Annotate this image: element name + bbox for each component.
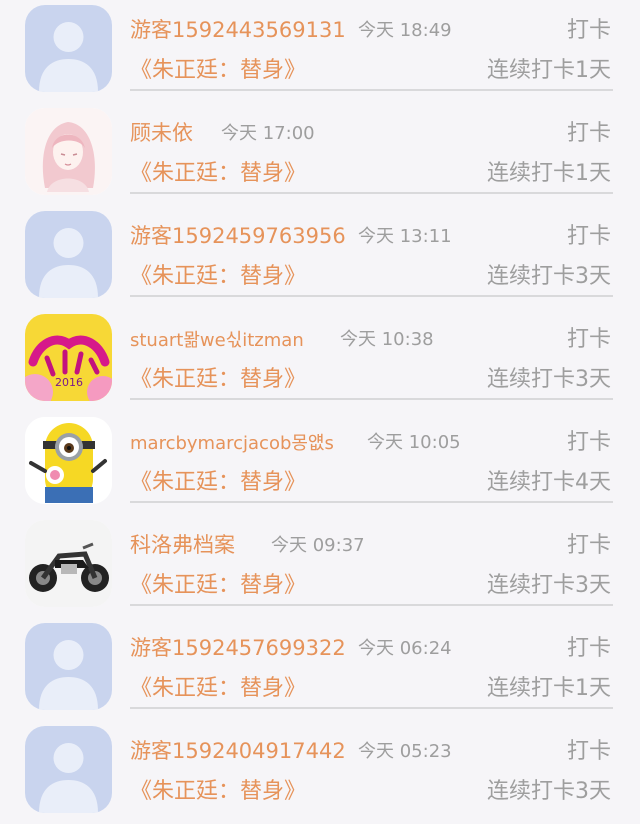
checkin-time: 今天 05:23 (358, 741, 452, 762)
default-avatar-icon[interactable] (25, 5, 112, 92)
checkin-row[interactable]: 游客1592457699322 今天 06:24 打卡 《朱正廷：替身》 连续打… (0, 618, 640, 721)
row-divider (130, 192, 613, 194)
streak-count: 连续打卡1天 (487, 676, 611, 701)
default-avatar-icon[interactable] (25, 623, 112, 710)
checkin-row[interactable]: 科洛弗档案 今天 09:37 打卡 《朱正廷：替身》 连续打卡3天 (0, 515, 640, 618)
book-title[interactable]: 《朱正廷：替身》 (130, 258, 306, 290)
checkin-time: 今天 10:38 (340, 329, 434, 350)
row-divider (130, 295, 613, 297)
checkin-row[interactable]: 游客1592459763956 今天 13:11 打卡 《朱正廷：替身》 连续打… (0, 206, 640, 309)
streak-count: 连续打卡3天 (487, 264, 611, 289)
user-name[interactable]: 顾未依 (130, 117, 193, 147)
checkin-row[interactable]: marcbymarcjacob몽얪s 今天 10:05 打卡 《朱正廷：替身》 … (0, 412, 640, 515)
checkin-row[interactable]: 游客1592443569131 今天 18:49 打卡 《朱正廷：替身》 连续打… (0, 0, 640, 103)
checkin-list: 游客1592443569131 今天 18:49 打卡 《朱正廷：替身》 连续打… (0, 0, 640, 813)
checkin-time: 今天 09:37 (271, 535, 365, 556)
checkin-label: 打卡 (566, 18, 611, 43)
book-title[interactable]: 《朱正廷：替身》 (130, 361, 306, 393)
checkin-row[interactable]: 顾未依 今天 17:00 打卡 《朱正廷：替身》 连续打卡1天 (0, 103, 640, 206)
user-name[interactable]: marcbymarcjacob몽얪s (130, 429, 334, 455)
checkin-time: 今天 10:05 (367, 432, 461, 453)
minion-avatar[interactable] (25, 417, 112, 504)
checkin-label: 打卡 (566, 327, 611, 352)
checkin-time: 今天 13:11 (358, 226, 452, 247)
valentines-day-avatar[interactable]: 2016 (25, 314, 112, 401)
anime-girl-avatar[interactable] (25, 108, 112, 195)
user-name[interactable]: 游客1592457699322 (130, 632, 346, 662)
checkin-label: 打卡 (566, 533, 611, 558)
user-name[interactable]: 科洛弗档案 (130, 529, 235, 559)
row-divider (130, 707, 613, 709)
streak-count: 连续打卡3天 (487, 367, 611, 392)
checkin-label: 打卡 (566, 430, 611, 455)
user-name[interactable]: stuart뫎we싟itzman (130, 326, 304, 352)
book-title[interactable]: 《朱正廷：替身》 (130, 567, 306, 599)
checkin-time: 今天 18:49 (358, 20, 452, 41)
checkin-label: 打卡 (566, 636, 611, 661)
row-divider (130, 501, 613, 503)
book-title[interactable]: 《朱正廷：替身》 (130, 670, 306, 702)
streak-count: 连续打卡1天 (487, 58, 611, 83)
user-name[interactable]: 游客1592459763956 (130, 220, 346, 250)
user-name[interactable]: 游客1592443569131 (130, 14, 346, 44)
checkin-row[interactable]: 游客1592404917442 今天 05:23 打卡 《朱正廷：替身》 连续打… (0, 721, 640, 824)
book-title[interactable]: 《朱正廷：替身》 (130, 52, 306, 84)
svg-text:2016: 2016 (55, 376, 83, 389)
row-divider (130, 89, 613, 91)
checkin-time: 今天 17:00 (221, 123, 315, 144)
streak-count: 连续打卡1天 (487, 161, 611, 186)
checkin-label: 打卡 (566, 224, 611, 249)
streak-count: 连续打卡3天 (487, 779, 611, 804)
row-divider (130, 604, 613, 606)
checkin-label: 打卡 (566, 739, 611, 764)
checkin-row[interactable]: 2016 stuart뫎we싟itzman 今天 10:38 打卡 《朱正廷：替… (0, 309, 640, 412)
checkin-time: 今天 06:24 (358, 638, 452, 659)
default-avatar-icon[interactable] (25, 726, 112, 813)
book-title[interactable]: 《朱正廷：替身》 (130, 773, 306, 805)
row-divider (130, 398, 613, 400)
user-name[interactable]: 游客1592404917442 (130, 735, 346, 765)
checkin-label: 打卡 (566, 121, 611, 146)
streak-count: 连续打卡4天 (487, 470, 611, 495)
book-title[interactable]: 《朱正廷：替身》 (130, 155, 306, 187)
default-avatar-icon[interactable] (25, 211, 112, 298)
streak-count: 连续打卡3天 (487, 573, 611, 598)
book-title[interactable]: 《朱正廷：替身》 (130, 464, 306, 496)
motorcycle-avatar[interactable] (25, 520, 112, 607)
